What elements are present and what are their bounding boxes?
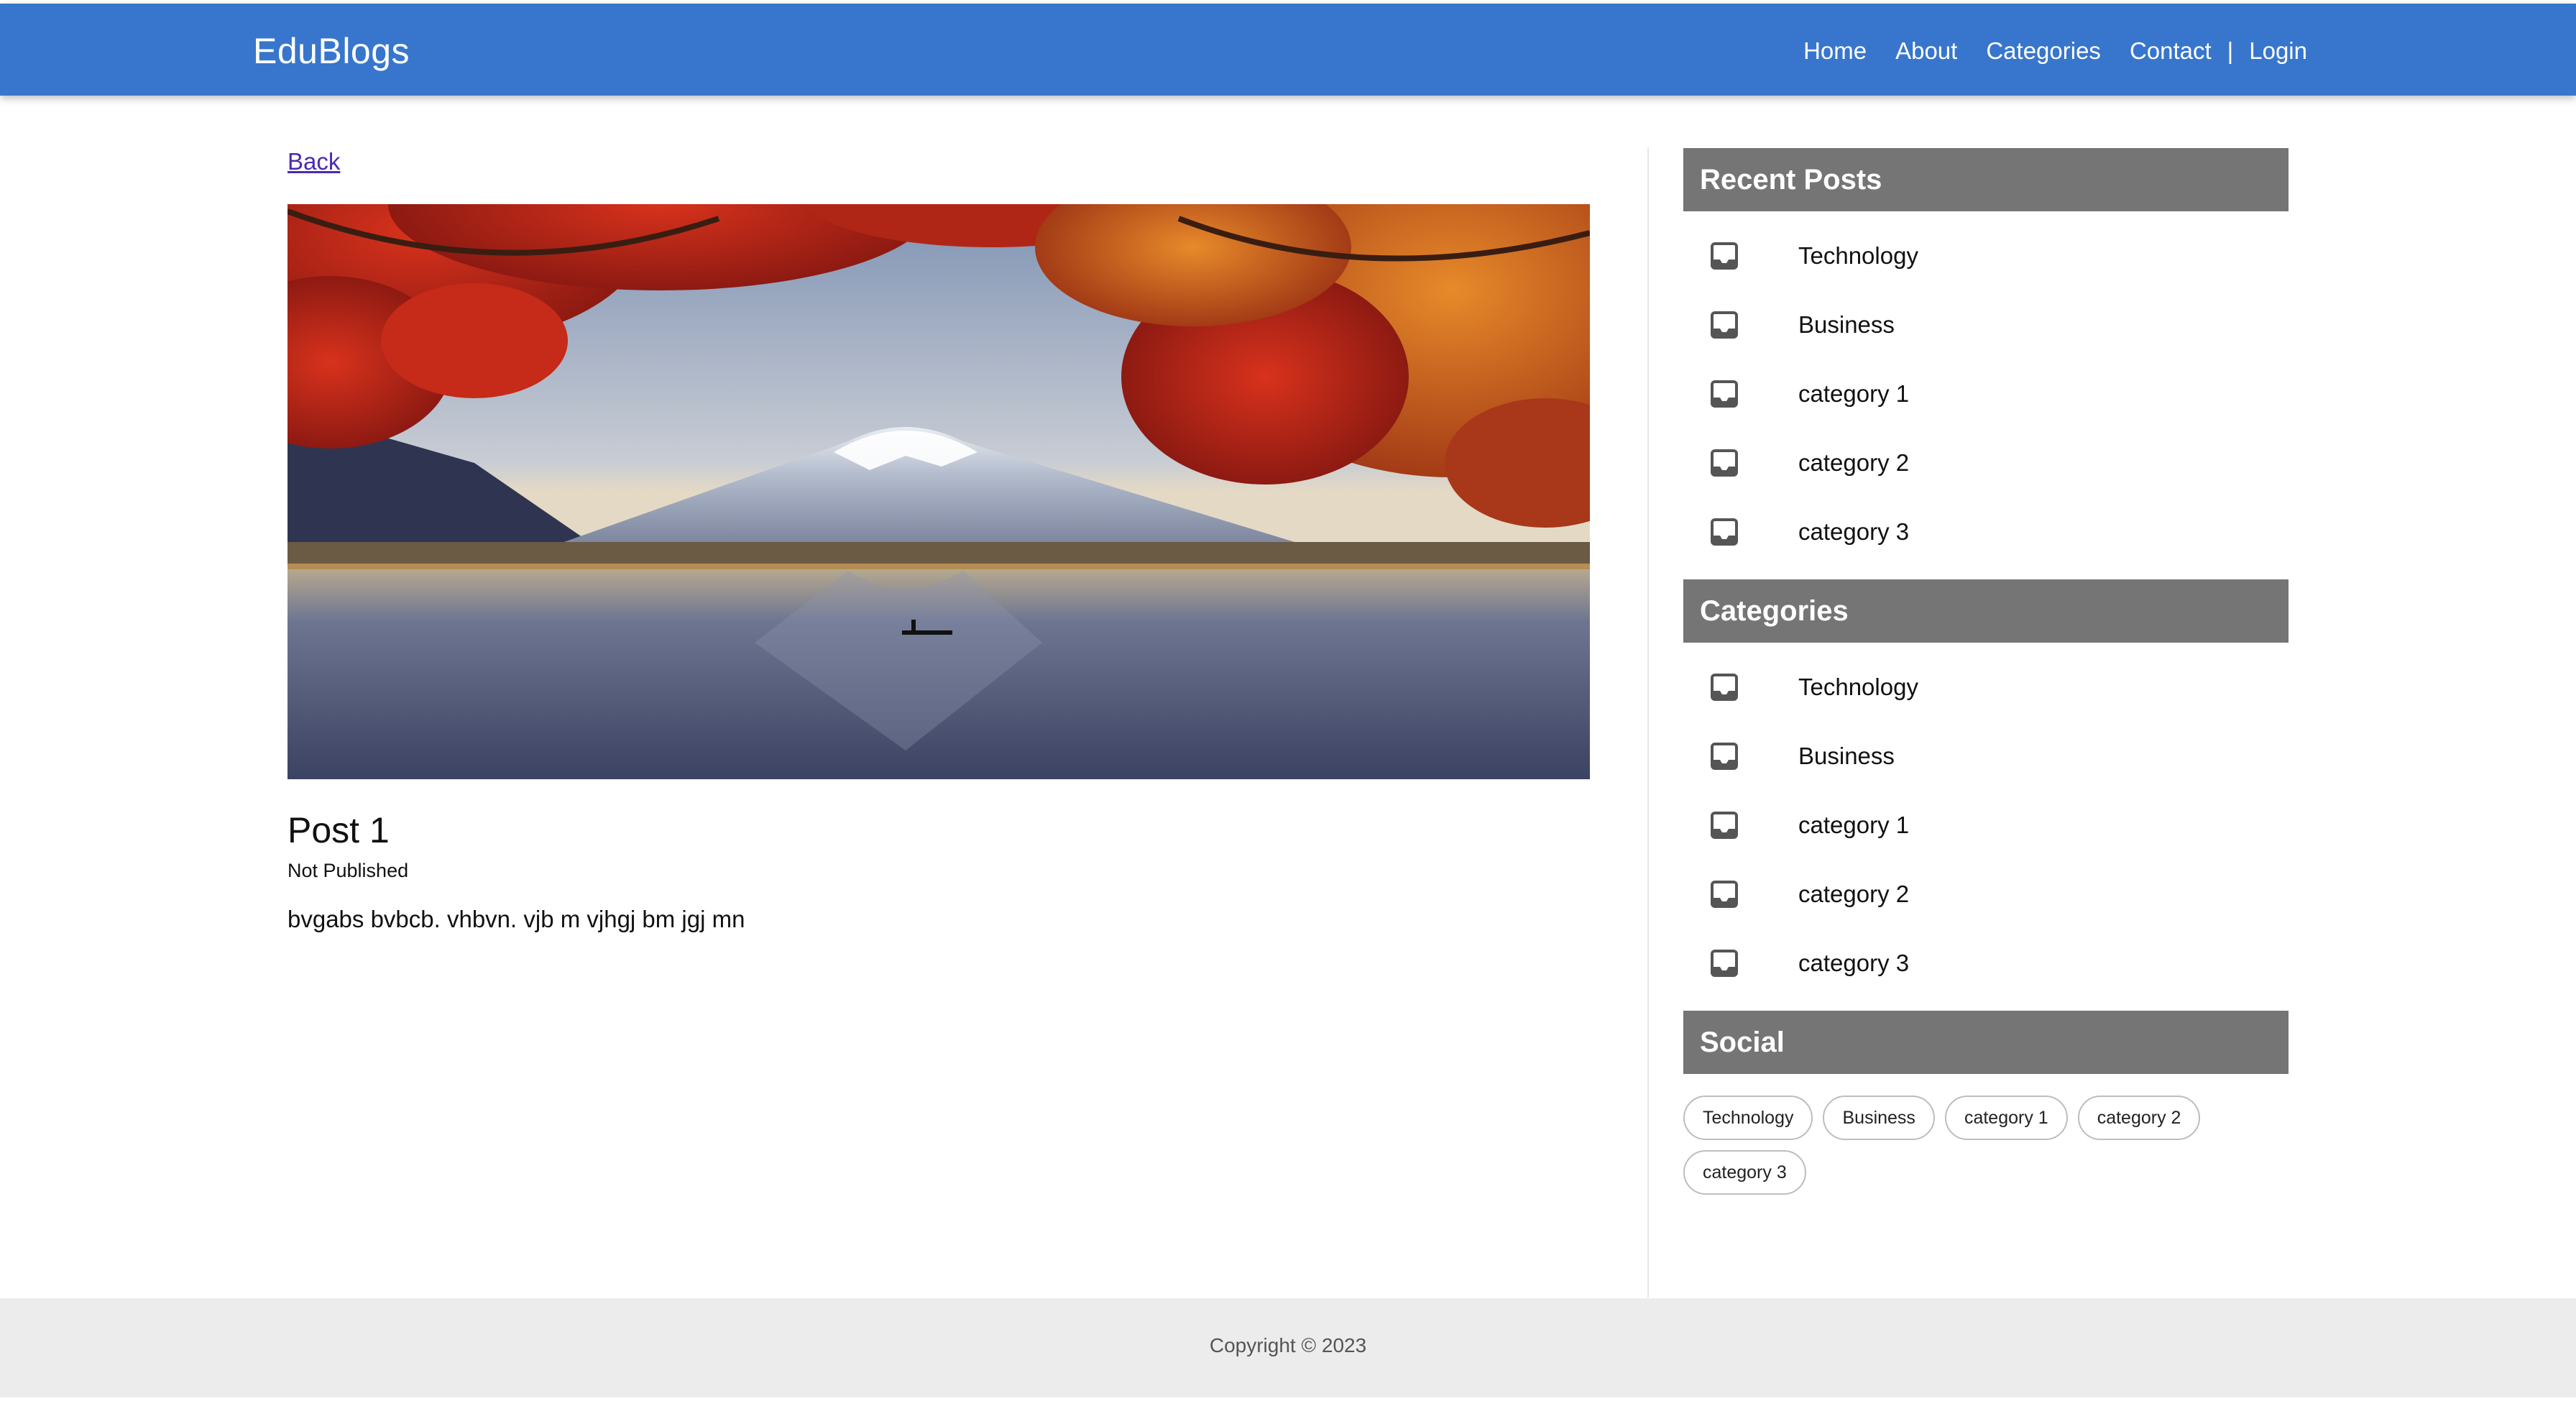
inbox-icon [1711, 881, 1738, 908]
nav-about-link[interactable]: About [1895, 37, 1957, 65]
category-label: category 1 [1798, 812, 1910, 838]
post-status: Not Published [288, 860, 409, 881]
nav-login-link[interactable]: Login [2249, 37, 2307, 65]
category-label: Technology [1798, 674, 1918, 700]
category-item[interactable]: Technology [1683, 653, 2288, 722]
category-item[interactable]: Business [1683, 722, 2288, 791]
social-tag[interactable]: Business [1823, 1096, 1935, 1140]
category-label: Business [1798, 743, 1895, 769]
inbox-icon [1711, 449, 1738, 477]
recent-post-label: category 3 [1798, 518, 1910, 545]
column-divider [1647, 147, 1649, 1298]
post-title: Post 1 [288, 810, 390, 850]
inbox-icon [1711, 812, 1738, 839]
recent-post-item[interactable]: Technology [1683, 221, 2288, 290]
recent-post-label: category 2 [1798, 449, 1910, 476]
post-hero-image [288, 204, 1590, 779]
inbox-icon [1711, 950, 1738, 977]
social-tag[interactable]: Technology [1683, 1096, 1813, 1140]
inbox-icon [1711, 242, 1738, 270]
recent-posts-list: Technology Business category 1 category … [1683, 221, 2288, 566]
social-tags: Technology Business category 1 category … [1683, 1096, 2288, 1195]
social-tag[interactable]: category 3 [1683, 1150, 1806, 1195]
post-body: bvgabs bvbcb. vhbvn. vjb m vjhgj bm jgj … [288, 906, 745, 932]
category-item[interactable]: category 2 [1683, 860, 2288, 929]
inbox-icon [1711, 743, 1738, 770]
back-link[interactable]: Back [288, 148, 340, 175]
top-navbar: EduBlogs Home About Categories Contact |… [0, 4, 2576, 96]
social-header: Social [1683, 1011, 2288, 1074]
category-label: category 3 [1798, 950, 1910, 976]
inbox-icon [1711, 674, 1738, 701]
nav-contact-link[interactable]: Contact [2130, 37, 2212, 65]
recent-post-label: Business [1798, 311, 1895, 338]
copyright-text: Copyright © 2023 [1209, 1334, 1367, 1356]
recent-post-item[interactable]: category 3 [1683, 497, 2288, 566]
recent-post-label: category 1 [1798, 380, 1910, 407]
category-item[interactable]: category 3 [1683, 929, 2288, 998]
nav-separator: | [2227, 37, 2234, 64]
inbox-icon [1711, 518, 1738, 546]
recent-post-item[interactable]: category 1 [1683, 359, 2288, 428]
categories-header: Categories [1683, 579, 2288, 643]
inbox-icon [1711, 380, 1738, 408]
main-nav: Home About Categories Contact | Login [1803, 37, 2307, 65]
nav-categories-link[interactable]: Categories [1986, 37, 2101, 65]
inbox-icon [1711, 311, 1738, 339]
categories-list: Technology Business category 1 category … [1683, 653, 2288, 998]
recent-post-label: Technology [1798, 242, 1918, 269]
recent-post-item[interactable]: category 2 [1683, 428, 2288, 497]
recent-post-item[interactable]: Business [1683, 290, 2288, 359]
footer: Copyright © 2023 [0, 1298, 2576, 1397]
social-tag[interactable]: category 2 [2077, 1096, 2201, 1140]
recent-posts-header: Recent Posts [1683, 148, 2288, 211]
category-item[interactable]: category 1 [1683, 791, 2288, 860]
brand-logo[interactable]: EduBlogs [253, 30, 410, 72]
nav-home-link[interactable]: Home [1803, 37, 1867, 65]
category-label: category 2 [1798, 881, 1910, 907]
social-tag[interactable]: category 1 [1944, 1096, 2068, 1140]
